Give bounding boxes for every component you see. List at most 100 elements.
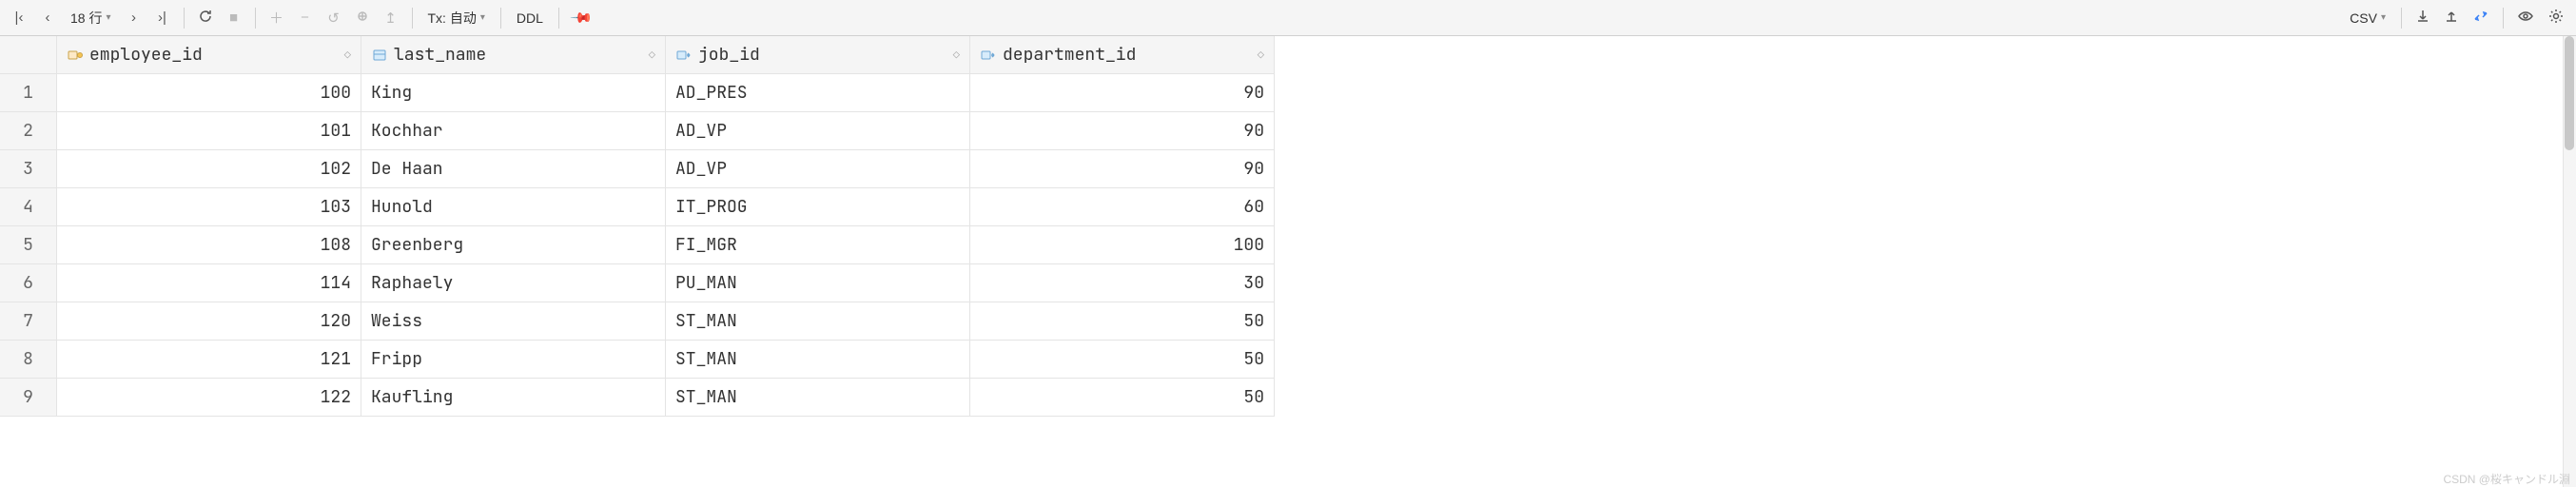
compare-button[interactable]	[2467, 5, 2495, 31]
upload-button[interactable]	[2438, 5, 2465, 31]
export-format-dropdown[interactable]: CSV ▾	[2342, 5, 2393, 31]
ddl-button[interactable]: DDL	[509, 5, 551, 31]
column-header-last_name[interactable]: last_name ◇	[361, 36, 666, 74]
eye-icon	[2517, 8, 2534, 29]
upload-icon	[2444, 9, 2459, 28]
separator	[255, 8, 256, 29]
view-button[interactable]	[2511, 5, 2540, 31]
cell[interactable]: Kaufling	[361, 379, 666, 417]
gear-icon	[2547, 8, 2565, 29]
cell[interactable]: FI_MGR	[666, 226, 970, 264]
cell[interactable]: IT_PROG	[666, 188, 970, 226]
chevron-right-icon: ›	[131, 10, 136, 26]
chevron-down-icon: ▾	[2381, 12, 2386, 23]
plus-icon: ＋	[269, 8, 283, 28]
cell[interactable]: AD_VP	[666, 112, 970, 150]
watermark: CSDN @桜キャンドル淵	[2443, 471, 2570, 487]
cell[interactable]: 100	[57, 74, 361, 112]
row-number[interactable]: 6	[0, 264, 57, 302]
cell[interactable]: 114	[57, 264, 361, 302]
cell[interactable]: 90	[970, 74, 1275, 112]
cell[interactable]: Greenberg	[361, 226, 666, 264]
pin-button[interactable]: 📌	[567, 5, 596, 31]
row-number[interactable]: 2	[0, 112, 57, 150]
stop-button[interactable]: ■	[221, 5, 247, 31]
vertical-scrollbar[interactable]	[2563, 36, 2576, 487]
cell[interactable]: 120	[57, 302, 361, 341]
row-number[interactable]: 4	[0, 188, 57, 226]
first-page-button[interactable]: |‹	[6, 5, 32, 31]
cell[interactable]: PU_MAN	[666, 264, 970, 302]
cell[interactable]: Hunold	[361, 188, 666, 226]
cell[interactable]: 102	[57, 150, 361, 188]
cell[interactable]: 108	[57, 226, 361, 264]
row-number[interactable]: 1	[0, 74, 57, 112]
cell[interactable]: Raphaely	[361, 264, 666, 302]
cell[interactable]: 100	[970, 226, 1275, 264]
separator	[412, 8, 413, 29]
separator	[2401, 8, 2402, 29]
cell[interactable]: 103	[57, 188, 361, 226]
cell[interactable]: 50	[970, 341, 1275, 379]
sort-icon[interactable]: ◇	[344, 48, 351, 63]
column-header-job_id[interactable]: job_id◇	[666, 36, 970, 74]
download-button[interactable]	[2410, 5, 2436, 31]
row-number[interactable]: 9	[0, 379, 57, 417]
result-grid: employee_id◇last_name◇job_id◇department_…	[0, 36, 1275, 417]
cell[interactable]: AD_VP	[666, 150, 970, 188]
row-number-header[interactable]	[0, 36, 57, 74]
last-page-button[interactable]: ›|	[149, 5, 176, 31]
cell[interactable]: 122	[57, 379, 361, 417]
cell[interactable]: ST_MAN	[666, 302, 970, 341]
cell[interactable]: ST_MAN	[666, 341, 970, 379]
separator	[500, 8, 501, 29]
reload-button[interactable]	[192, 5, 219, 31]
scrollbar-thumb[interactable]	[2565, 36, 2574, 150]
cell[interactable]: De Haan	[361, 150, 666, 188]
toolbar: |‹ ‹ 18 行 ▾ › ›| ■ ＋ − ↺ ↥ Tx: 自动 ▾	[0, 0, 2576, 36]
cell[interactable]: 50	[970, 379, 1275, 417]
cell[interactable]: Kochhar	[361, 112, 666, 150]
cell[interactable]: AD_PRES	[666, 74, 970, 112]
revert-button[interactable]: ↺	[321, 5, 347, 31]
cell[interactable]: King	[361, 74, 666, 112]
row-count-dropdown[interactable]: 18 行 ▾	[63, 5, 119, 31]
settings-button[interactable]	[2542, 5, 2570, 31]
prev-page-button[interactable]: ‹	[34, 5, 61, 31]
cell[interactable]: ST_MAN	[666, 379, 970, 417]
next-page-button[interactable]: ›	[121, 5, 147, 31]
cell[interactable]: Fripp	[361, 341, 666, 379]
column-header-label: department_id	[1003, 44, 1136, 66]
row-number[interactable]: 7	[0, 302, 57, 341]
cell[interactable]: 50	[970, 302, 1275, 341]
clone-icon	[355, 9, 370, 28]
separator	[558, 8, 559, 29]
column-icon	[371, 47, 388, 64]
sort-icon[interactable]: ◇	[953, 48, 960, 63]
submit-button[interactable]: ↥	[378, 5, 404, 31]
row-number[interactable]: 8	[0, 341, 57, 379]
sort-icon[interactable]: ◇	[1258, 48, 1264, 63]
column-header-department_id[interactable]: department_id ◇	[970, 36, 1275, 74]
add-row-button[interactable]: ＋	[263, 5, 290, 31]
row-count-label: 18 行	[70, 9, 102, 28]
clone-row-button[interactable]	[349, 5, 376, 31]
cell[interactable]: 121	[57, 341, 361, 379]
primary-key-icon	[67, 47, 84, 64]
tx-mode-dropdown[interactable]: Tx: 自动 ▾	[420, 5, 493, 31]
cell[interactable]: 90	[970, 112, 1275, 150]
remove-row-button[interactable]: −	[292, 5, 319, 31]
cell[interactable]: 90	[970, 150, 1275, 188]
minus-icon: −	[301, 10, 309, 26]
cell[interactable]: 30	[970, 264, 1275, 302]
foreign-key-icon	[675, 47, 693, 64]
cell[interactable]: Weiss	[361, 302, 666, 341]
separator	[2503, 8, 2504, 29]
row-number[interactable]: 3	[0, 150, 57, 188]
row-number[interactable]: 5	[0, 226, 57, 264]
column-header-employee_id[interactable]: employee_id◇	[57, 36, 361, 74]
column-header-label: last_name	[394, 44, 486, 66]
cell[interactable]: 60	[970, 188, 1275, 226]
cell[interactable]: 101	[57, 112, 361, 150]
sort-icon[interactable]: ◇	[649, 48, 655, 63]
